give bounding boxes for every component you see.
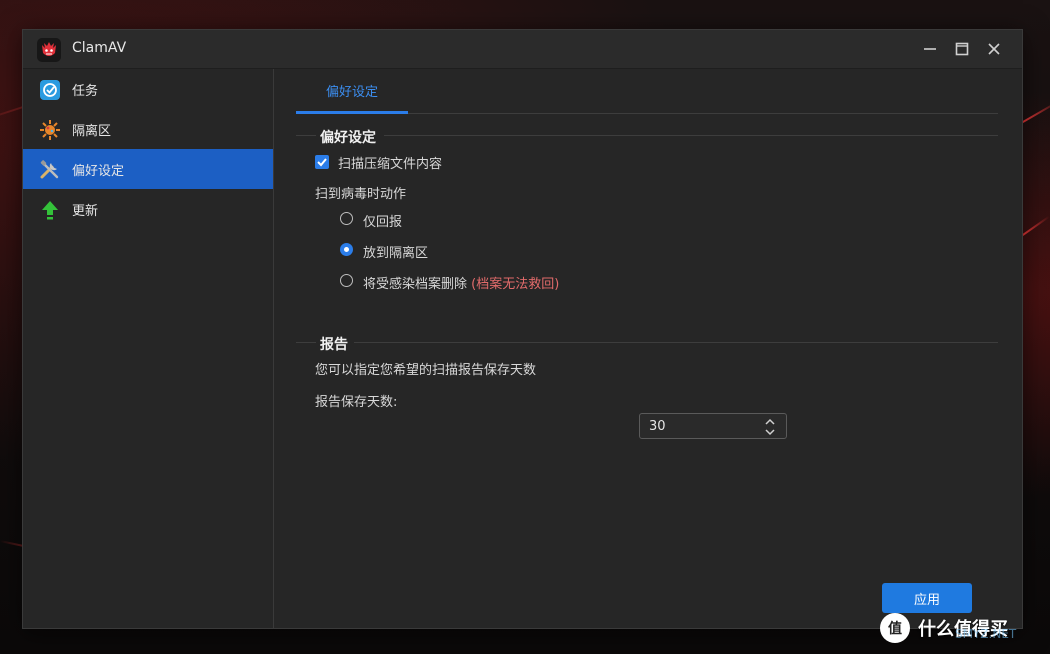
- watermark-sub: SMYZ.NET: [955, 627, 1017, 641]
- report-days-label: 报告保存天数:: [315, 395, 398, 410]
- maximize-button[interactable]: [951, 38, 973, 60]
- option-delete-label[interactable]: 将受感染档案删除 (档案无法救回): [363, 273, 559, 292]
- section-divider: [296, 135, 316, 136]
- option-report-only-label[interactable]: 仅回报: [363, 211, 402, 230]
- scan-archive-label[interactable]: 扫描压缩文件内容: [338, 153, 442, 172]
- task-check-icon: [39, 79, 61, 101]
- clamav-logo-icon: [37, 38, 61, 62]
- tab-preferences[interactable]: 偏好设定: [296, 69, 408, 114]
- tools-wrench-icon: [39, 159, 61, 181]
- window-title: ClamAV: [72, 40, 127, 56]
- apply-button[interactable]: 应用: [882, 583, 972, 613]
- preferences-section-title: 偏好设定: [320, 130, 376, 146]
- chevron-up-icon: [765, 418, 775, 425]
- stepper-up-button[interactable]: [764, 416, 776, 426]
- option-delete-warning: (档案无法救回): [471, 277, 560, 292]
- option-report-only-radio[interactable]: [340, 212, 353, 225]
- close-icon: [988, 43, 1000, 55]
- report-section-title: 报告: [320, 337, 348, 353]
- option-quarantine-label[interactable]: 放到隔离区: [363, 242, 428, 261]
- scan-archive-checkbox[interactable]: [315, 155, 329, 169]
- maximize-icon: [955, 42, 969, 56]
- clamav-window: ClamAV 任务 隔离区 偏好设定 更新 偏好设定 偏好设定 扫描压缩文件内容…: [22, 29, 1023, 629]
- sidebar-item-tasks[interactable]: 任务: [23, 69, 273, 109]
- section-divider: [384, 135, 998, 136]
- section-divider: [296, 342, 316, 343]
- quarantine-virus-icon: [39, 119, 61, 141]
- watermark-logo-icon: 值: [880, 613, 910, 643]
- report-days-stepper[interactable]: 30: [639, 413, 787, 439]
- sidebar-item-label: 偏好设定: [72, 163, 125, 179]
- checkmark-icon: [317, 158, 327, 167]
- report-days-value[interactable]: 30: [649, 419, 666, 434]
- sidebar: 任务 隔离区 偏好设定 更新: [23, 69, 274, 628]
- sidebar-item-preferences[interactable]: 偏好设定: [23, 149, 273, 189]
- tab-bar: 偏好设定: [296, 69, 998, 114]
- sidebar-item-quarantine[interactable]: 隔离区: [23, 109, 273, 149]
- stepper-down-button[interactable]: [764, 427, 776, 437]
- update-arrow-icon: [39, 199, 61, 221]
- option-quarantine-radio[interactable]: [340, 243, 353, 256]
- chevron-down-icon: [765, 428, 775, 435]
- virus-action-label: 扫到病毒时动作: [315, 187, 407, 202]
- option-delete-text: 将受感染档案删除: [363, 277, 468, 292]
- option-delete-radio[interactable]: [340, 274, 353, 287]
- sidebar-item-label: 更新: [72, 203, 99, 219]
- sidebar-item-label: 任务: [72, 83, 99, 99]
- title-bar: ClamAV: [23, 30, 1022, 69]
- sidebar-item-label: 隔离区: [72, 123, 112, 139]
- report-description: 您可以指定您希望的扫描报告保存天数: [315, 363, 537, 378]
- minimize-button[interactable]: [919, 38, 941, 60]
- main-panel: 偏好设定 偏好设定 扫描压缩文件内容 扫到病毒时动作 仅回报 放到隔离区 将受感…: [274, 69, 1022, 628]
- section-divider: [354, 342, 998, 343]
- minimize-icon: [924, 48, 936, 50]
- close-button[interactable]: [983, 38, 1005, 60]
- sidebar-item-update[interactable]: 更新: [23, 189, 273, 229]
